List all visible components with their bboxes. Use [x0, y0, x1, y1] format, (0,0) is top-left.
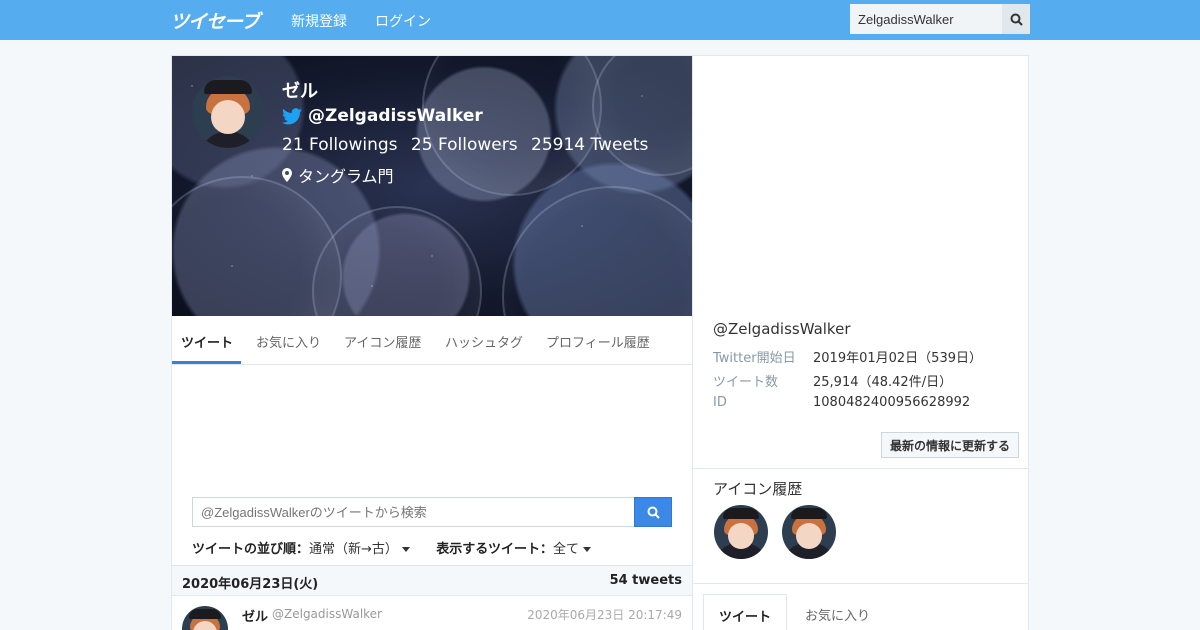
filter-label: 表示するツイート：: [436, 542, 553, 557]
active-tab-indicator: [172, 361, 241, 364]
map-pin-icon: [282, 168, 292, 182]
date-group-count: 54 tweets: [609, 573, 682, 588]
date-group-date: 2020年06月23日(火): [182, 577, 319, 592]
icon-history-avatar[interactable]: [782, 505, 836, 559]
info-row-tweet-count: ツイート数 25,914（48.42件/日）: [713, 375, 953, 390]
sort-order-label: ツイートの並び順：: [192, 542, 310, 557]
profile-handle: @ZelgadissWalker: [308, 106, 483, 126]
date-group-header: 2020年06月23日(火) 54 tweets: [172, 565, 692, 596]
twitter-bird-icon: [282, 107, 302, 124]
icon-history-avatar[interactable]: [714, 505, 768, 559]
tab-icon-history[interactable]: アイコン履歴: [344, 332, 421, 351]
login-link[interactable]: ログイン: [375, 11, 431, 31]
tab-profile-history[interactable]: プロフィール履歴: [546, 332, 650, 351]
filter-dropdown[interactable]: 全て: [553, 542, 591, 557]
profile-tabs: ツイート お気に入り アイコン履歴 ハッシュタグ プロフィール履歴: [172, 316, 692, 365]
tweet-user-name[interactable]: ゼル: [242, 606, 268, 625]
header-search-input[interactable]: [850, 4, 1002, 34]
caret-down-icon: [401, 547, 410, 552]
sort-controls: ツイートの並び順：通常（新→古） 表示するツイート：全て: [192, 538, 591, 557]
profile-location: タングラム門: [282, 163, 394, 187]
tweet-item[interactable]: ゼル @ZelgadissWalker 2020年06月23日 20:17:49: [172, 596, 692, 630]
followings-count[interactable]: 21 Followings: [282, 135, 398, 155]
info-row-start-date: Twitter開始日 2019年01月02日（539日）: [713, 351, 982, 366]
tweet-avatar[interactable]: [182, 606, 228, 630]
info-row-id: ID 1080482400956628992: [713, 395, 971, 410]
tweet-user-handle[interactable]: @ZelgadissWalker: [272, 607, 382, 621]
sort-order-dropdown[interactable]: 通常（新→古）: [309, 542, 410, 557]
divider: [693, 468, 1029, 469]
profile-handle-row[interactable]: @ZelgadissWalker: [282, 106, 483, 126]
profile-avatar[interactable]: [192, 76, 264, 148]
search-icon: [647, 506, 660, 519]
header-search-button[interactable]: [1002, 4, 1030, 34]
tweet-timestamp[interactable]: 2020年06月23日 20:17:49: [527, 606, 682, 623]
caret-down-icon: [582, 547, 591, 552]
location-text: タングラム門: [298, 167, 394, 186]
right-tab-favorites[interactable]: お気に入り: [805, 605, 870, 624]
site-logo[interactable]: ツイセーブ: [170, 7, 260, 34]
tab-hashtags[interactable]: ハッシュタグ: [445, 332, 523, 351]
search-icon: [1010, 13, 1023, 26]
column-divider: [692, 56, 693, 630]
divider: [693, 583, 1029, 584]
profile-name: ゼル: [282, 81, 318, 102]
tab-favorites[interactable]: お気に入り: [256, 332, 321, 351]
info-handle: @ZelgadissWalker: [713, 320, 851, 338]
profile-stats: 21 Followings 25 Followers 25914 Tweets: [282, 135, 656, 155]
tweet-search-button[interactable]: [634, 497, 672, 527]
refresh-info-button[interactable]: 最新の情報に更新する: [881, 432, 1019, 458]
register-link[interactable]: 新規登録: [291, 11, 347, 31]
tweets-count[interactable]: 25914 Tweets: [531, 135, 648, 155]
icon-history-title: アイコン履歴: [713, 480, 803, 498]
tweet-search-input[interactable]: [192, 497, 635, 527]
right-tab-tweets[interactable]: ツイート: [703, 594, 787, 630]
followers-count[interactable]: 25 Followers: [411, 135, 518, 155]
tab-tweets[interactable]: ツイート: [181, 332, 233, 351]
